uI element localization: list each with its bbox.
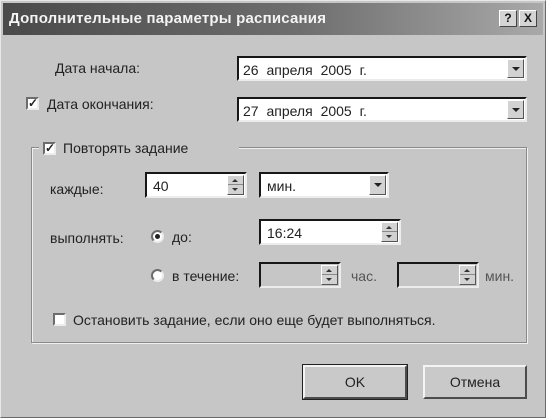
spinner-arrows-icon[interactable]: [381, 222, 398, 242]
help-button[interactable]: ?: [499, 10, 517, 27]
every-value: 40: [153, 178, 169, 194]
close-button[interactable]: X: [519, 10, 537, 27]
chevron-down-icon[interactable]: [507, 59, 524, 78]
spinner-arrows-icon[interactable]: [227, 175, 244, 195]
chevron-down-icon[interactable]: [369, 175, 386, 195]
chevron-down-icon[interactable]: [507, 100, 524, 119]
spinner-arrows-icon[interactable]: [321, 265, 338, 285]
hours-spinner[interactable]: [259, 262, 341, 288]
start-date-picker[interactable]: 26 апреля 2005 г.: [237, 56, 527, 81]
repeat-checkbox[interactable]: ✓: [43, 142, 56, 155]
unit-value: мин.: [267, 178, 297, 194]
unit-select[interactable]: мин.: [259, 172, 389, 198]
end-date-checkbox[interactable]: ✓: [26, 97, 39, 110]
every-label: каждые:: [50, 181, 104, 197]
until-time-spinner[interactable]: 16:24: [259, 219, 401, 245]
cancel-button[interactable]: Отмена: [423, 365, 527, 399]
minutes-label: мин.: [485, 268, 515, 284]
until-radio[interactable]: [151, 230, 164, 243]
run-label: выполнять:: [50, 230, 124, 246]
until-time-value: 16:24: [267, 225, 303, 241]
end-date-value: 27 апреля 2005 г.: [243, 103, 367, 119]
ok-button[interactable]: OK: [302, 364, 408, 400]
until-label: до:: [172, 229, 192, 245]
spinner-arrows-icon[interactable]: [459, 265, 476, 285]
minutes-spinner[interactable]: [397, 262, 479, 288]
start-date-label: Дата начала:: [55, 60, 141, 76]
end-date-label: Дата окончания:: [47, 96, 154, 112]
stop-task-label: Остановить задание, если оно еще будет в…: [73, 312, 436, 328]
title-bar[interactable]: Дополнительные параметры расписания ? X: [3, 3, 543, 35]
stop-task-checkbox[interactable]: [53, 313, 66, 326]
duration-radio[interactable]: [151, 269, 164, 282]
repeat-group-header: ✓ Повторять задание: [39, 139, 239, 157]
end-date-picker[interactable]: 27 апреля 2005 г.: [237, 97, 527, 122]
start-date-value: 26 апреля 2005 г.: [243, 62, 367, 78]
every-spinner[interactable]: 40: [145, 172, 247, 198]
repeat-label: Повторять задание: [63, 140, 189, 156]
hours-label: час.: [351, 268, 377, 284]
dialog-window: Дополнительные параметры расписания ? X …: [0, 0, 546, 418]
window-title: Дополнительные параметры расписания: [9, 10, 327, 27]
duration-label: в течение:: [172, 268, 240, 284]
